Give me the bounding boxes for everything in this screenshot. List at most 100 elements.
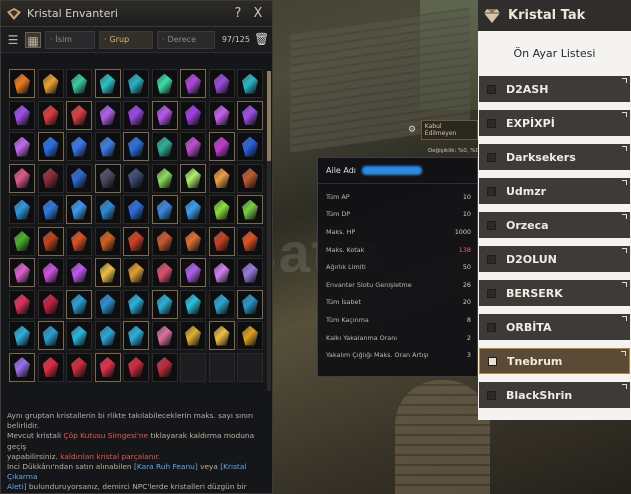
crystal-slot[interactable] (66, 69, 92, 98)
crystal-slot[interactable] (237, 69, 263, 98)
crystal-slot[interactable] (9, 258, 35, 287)
crystal-slot[interactable] (9, 195, 35, 224)
crystal-slot[interactable] (66, 352, 92, 382)
crystal-slot[interactable] (123, 195, 149, 224)
crystal-slot[interactable] (37, 195, 64, 224)
crystal-slot[interactable] (37, 352, 64, 382)
crystal-slot[interactable] (66, 132, 92, 161)
crystal-slot[interactable] (237, 258, 263, 287)
crystal-slot[interactable] (94, 163, 121, 193)
preset-checkbox[interactable] (487, 322, 496, 332)
crystal-slot[interactable] (66, 321, 92, 350)
help-button[interactable]: ? (230, 6, 246, 21)
crystal-slot[interactable] (9, 100, 35, 130)
crystal-slot[interactable] (9, 289, 35, 319)
crystal-slot[interactable] (208, 69, 235, 98)
crystal-slot[interactable] (151, 163, 178, 193)
crystal-slot[interactable] (37, 321, 64, 350)
crystal-slot[interactable] (180, 100, 206, 130)
crystal-slot[interactable] (123, 100, 149, 130)
crystal-slot[interactable] (66, 163, 92, 193)
crystal-slot[interactable] (237, 321, 263, 350)
crystal-slot[interactable] (237, 289, 263, 319)
crystal-slot[interactable] (9, 226, 35, 256)
preset-item[interactable]: Orzeca (479, 212, 630, 238)
crystal-slot[interactable] (208, 258, 235, 287)
crystal-slot[interactable] (208, 100, 235, 130)
preset-item[interactable]: Tnebrum (479, 348, 630, 374)
crystal-slot[interactable] (237, 132, 263, 161)
empty-slot[interactable] (208, 352, 235, 382)
crystal-slot[interactable] (180, 226, 206, 256)
crystal-slot[interactable] (94, 195, 121, 224)
crystal-slot[interactable] (94, 289, 121, 319)
crystal-slot[interactable] (151, 195, 178, 224)
list-view-icon[interactable]: ☰ (5, 32, 21, 48)
preset-checkbox[interactable] (487, 152, 496, 162)
crystal-slot[interactable] (37, 132, 64, 161)
preset-item[interactable]: BERSERK (479, 280, 630, 306)
crystal-slot[interactable] (208, 289, 235, 319)
crystal-slot[interactable] (94, 352, 121, 382)
crystal-slot[interactable] (208, 132, 235, 161)
crystal-slot[interactable] (237, 195, 263, 224)
crystal-slot[interactable] (94, 100, 121, 130)
crystal-slot[interactable] (237, 226, 263, 256)
crystal-slot[interactable] (180, 195, 206, 224)
crystal-slot[interactable] (94, 226, 121, 256)
preset-item[interactable]: Darksekers (479, 144, 630, 170)
preset-checkbox[interactable] (487, 84, 496, 94)
crystal-slot[interactable] (9, 132, 35, 161)
crystal-slot[interactable] (208, 321, 235, 350)
crystal-slot[interactable] (37, 69, 64, 98)
crystal-slot[interactable] (151, 258, 178, 287)
crystal-slot[interactable] (123, 258, 149, 287)
crystal-slot[interactable] (37, 289, 64, 319)
crystal-slot[interactable] (180, 69, 206, 98)
crystal-slot[interactable] (94, 258, 121, 287)
crystal-slot[interactable] (94, 132, 121, 161)
close-button[interactable]: X (250, 6, 266, 21)
crystal-slot[interactable] (180, 163, 206, 193)
crystal-slot[interactable] (9, 321, 35, 350)
crystal-slot[interactable] (9, 69, 35, 98)
crystal-slot[interactable] (9, 163, 35, 193)
preset-item[interactable]: ORBİTA (479, 314, 630, 340)
crystal-slot[interactable] (123, 321, 149, 350)
crystal-slot[interactable] (151, 226, 178, 256)
scrollbar-thumb[interactable] (267, 71, 271, 161)
crystal-slot[interactable] (151, 289, 178, 319)
preset-item[interactable]: Udmzr (479, 178, 630, 204)
preset-checkbox[interactable] (487, 220, 496, 230)
crystal-slot[interactable] (180, 258, 206, 287)
empty-slot[interactable] (180, 352, 206, 382)
gear-icon[interactable]: ⚙ (408, 125, 418, 135)
preset-checkbox[interactable] (488, 356, 497, 366)
crystal-slot[interactable] (66, 195, 92, 224)
crystal-slot[interactable] (180, 289, 206, 319)
preset-checkbox[interactable] (487, 288, 496, 298)
crystal-slot[interactable] (123, 289, 149, 319)
crystal-slot[interactable] (237, 163, 263, 193)
crystal-slot[interactable] (9, 352, 35, 382)
sort-by-name-button[interactable]: · İsim (45, 30, 95, 49)
sort-by-group-button[interactable]: · Grup (99, 30, 153, 49)
crystal-slot[interactable] (66, 258, 92, 287)
crystal-slot[interactable] (237, 100, 263, 130)
preset-item[interactable]: D2OLUN (479, 246, 630, 272)
crystal-slot[interactable] (208, 195, 235, 224)
grid-view-icon[interactable]: ▦ (25, 31, 41, 48)
crystal-slot[interactable] (208, 163, 235, 193)
crystal-slot[interactable] (123, 132, 149, 161)
crystal-slot[interactable] (37, 258, 64, 287)
crystal-slot[interactable] (37, 163, 64, 193)
sort-by-grade-button[interactable]: · Derece (157, 30, 215, 49)
inventory-scrollbar[interactable] (267, 71, 271, 391)
preset-item[interactable]: D2ASH (479, 76, 630, 102)
crystal-slot[interactable] (123, 226, 149, 256)
preset-item[interactable]: BlackShrin (479, 382, 630, 408)
crystal-slot[interactable] (151, 132, 178, 161)
crystal-slot[interactable] (180, 321, 206, 350)
crystal-slot[interactable] (66, 100, 92, 130)
crystal-slot[interactable] (123, 163, 149, 193)
